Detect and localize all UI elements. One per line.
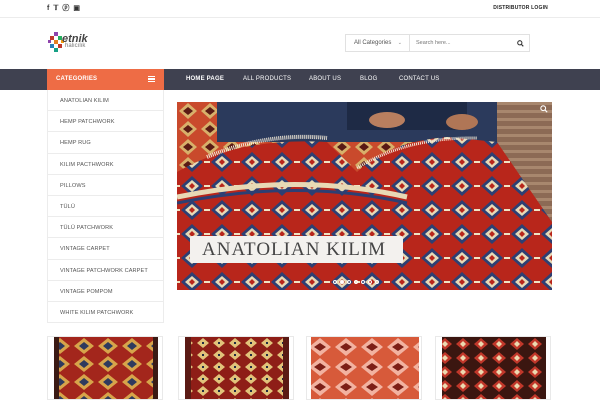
top-bar: f 𝕋 ⓟ ▣ DISTRIBUTOR LOGIN bbox=[0, 0, 600, 18]
slider-dot-active[interactable] bbox=[340, 280, 344, 284]
sidebar-item-vintage-carpet[interactable]: VINTAGE CARPET bbox=[48, 238, 163, 260]
slider-dot[interactable] bbox=[361, 280, 365, 284]
slider-dot[interactable] bbox=[375, 280, 379, 284]
product-card[interactable] bbox=[47, 336, 163, 400]
social-links: f 𝕋 ⓟ ▣ bbox=[47, 5, 80, 13]
search-input[interactable] bbox=[410, 35, 512, 51]
logo-subtitle: halıcılık bbox=[65, 43, 86, 49]
sidebar-item-anatolian-kilim[interactable]: ANATOLIAN KILIM bbox=[48, 90, 163, 112]
sidebar-item-kilim-patchwork[interactable]: KILIM PACTHWORK bbox=[48, 154, 163, 175]
distributor-login-link[interactable]: DISTRIBUTOR LOGIN bbox=[493, 5, 548, 11]
categories-label: CATEGORIES bbox=[56, 76, 98, 82]
sidebar-item-hemp-patchwork[interactable]: HEMP PATCHWORK bbox=[48, 111, 163, 133]
product-image bbox=[442, 337, 546, 399]
slider-dot[interactable] bbox=[368, 280, 372, 284]
slider-dot[interactable] bbox=[354, 280, 358, 284]
pinterest-icon[interactable]: ⓟ bbox=[62, 5, 69, 13]
category-select[interactable]: All Categories ⌄ bbox=[346, 35, 410, 51]
search-icon bbox=[516, 39, 524, 47]
sidebar-item-vintage-pompom[interactable]: VINTAGE POMPOM bbox=[48, 281, 163, 302]
menu-icon bbox=[148, 76, 155, 82]
nav-home-page[interactable]: HOME PAGE bbox=[186, 76, 224, 82]
slider-dots bbox=[333, 280, 379, 284]
sidebar-item-tulu[interactable]: TÜLÜ bbox=[48, 196, 163, 218]
slider-dot[interactable] bbox=[347, 280, 351, 284]
product-card[interactable] bbox=[435, 336, 551, 400]
nav-contact-us[interactable]: CONTACT US bbox=[399, 76, 439, 82]
instagram-icon[interactable]: ▣ bbox=[73, 5, 80, 13]
category-select-value: All Categories bbox=[354, 40, 392, 46]
zoom-icon[interactable] bbox=[540, 105, 548, 113]
product-image bbox=[185, 337, 289, 399]
facebook-icon[interactable]: f bbox=[47, 5, 49, 13]
product-card[interactable] bbox=[306, 336, 422, 400]
nav-all-products[interactable]: ALL PRODUCTS bbox=[243, 76, 291, 82]
product-image bbox=[54, 337, 158, 399]
slider-dot[interactable] bbox=[333, 280, 337, 284]
sidebar-item-tulu-patchwork[interactable]: TÜLÜ PATCHWORK bbox=[48, 217, 163, 239]
search-button[interactable] bbox=[511, 35, 529, 51]
sidebar-item-hemp-rug[interactable]: HEMP RUG bbox=[48, 132, 163, 154]
twitter-icon[interactable]: 𝕋 bbox=[53, 5, 58, 13]
category-sidebar: ANATOLIAN KILIM HEMP PATCHWORK HEMP RUG … bbox=[47, 90, 164, 323]
search-bar: All Categories ⌄ bbox=[345, 34, 530, 52]
sidebar-item-vintage-patchwork-carpet[interactable]: VINTAGE PATCHWORK CARPET bbox=[48, 260, 163, 281]
nav-about-us[interactable]: ABOUT US bbox=[309, 76, 341, 82]
categories-toggle[interactable]: CATEGORIES bbox=[47, 69, 164, 90]
product-card[interactable] bbox=[178, 336, 294, 400]
hero-caption: ANATOLIAN KILIM bbox=[190, 236, 403, 263]
nav-blog[interactable]: BLOG bbox=[360, 76, 377, 82]
hero-caption-text: ANATOLIAN KILIM bbox=[202, 239, 387, 260]
product-image bbox=[311, 337, 419, 399]
chevron-down-icon: ⌄ bbox=[397, 40, 402, 46]
sidebar-item-pillows[interactable]: PILLOWS bbox=[48, 175, 163, 196]
sidebar-item-white-kilim-patchwork[interactable]: WHITE KILIM PATCHWORK bbox=[48, 302, 163, 323]
